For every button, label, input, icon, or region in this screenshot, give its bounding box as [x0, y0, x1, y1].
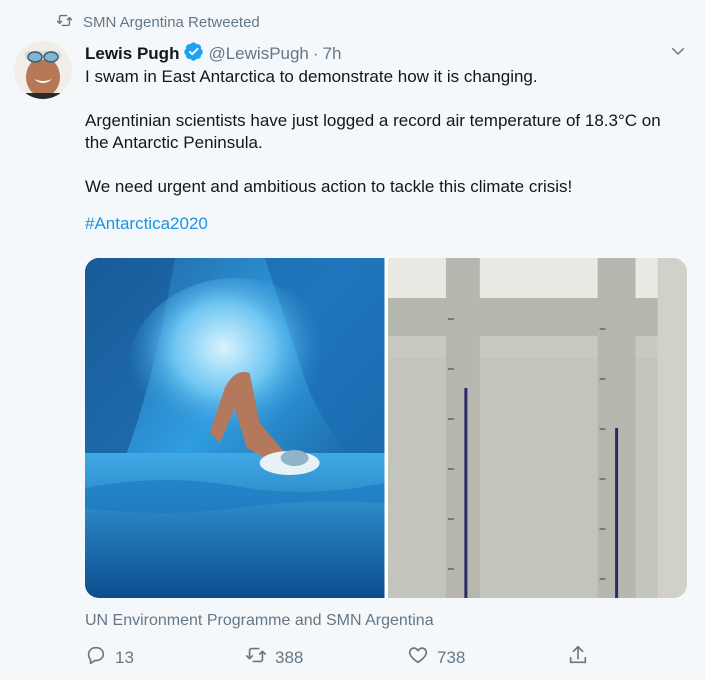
retweet-icon [56, 12, 73, 33]
separator-dot: · [312, 44, 319, 63]
tweet-header: Lewis Pugh @LewisPugh · 7h [85, 41, 342, 67]
retweet-context: SMN Argentina Retweeted [56, 12, 260, 33]
tweet-actions: 13 388 738 [85, 644, 595, 671]
author-handle[interactable]: @LewisPugh [208, 44, 308, 64]
tweet-timestamp[interactable]: 7h [323, 44, 342, 64]
swimmer-ice-cave-photo[interactable] [85, 258, 385, 598]
avatar[interactable] [14, 41, 72, 99]
retweet-label[interactable]: SMN Argentina Retweeted [83, 14, 260, 31]
chevron-down-icon[interactable] [669, 42, 687, 60]
author-name[interactable]: Lewis Pugh [85, 44, 179, 64]
media-attribution[interactable]: UN Environment Programme and SMN Argenti… [85, 612, 434, 630]
like-count: 738 [437, 647, 466, 667]
reply-icon [85, 644, 107, 671]
share-icon [567, 644, 589, 671]
share-button[interactable] [567, 644, 589, 671]
tweet-line-2: Argentinian scientists have just logged … [85, 111, 661, 152]
tweet-line-1: I swam in East Antarctica to demonstrate… [85, 67, 538, 86]
retweet-icon [245, 644, 267, 671]
tweet-line-3: We need urgent and ambitious action to t… [85, 177, 573, 196]
reply-button[interactable]: 13 [85, 644, 245, 671]
retweet-button[interactable]: 388 [245, 644, 407, 671]
reply-count: 13 [115, 647, 134, 667]
thermometer-photo[interactable] [387, 258, 687, 598]
hashtag-link[interactable]: #Antarctica2020 [85, 213, 675, 235]
retweet-count: 388 [275, 647, 304, 667]
verified-badge-icon [179, 41, 208, 67]
tweet-card[interactable]: SMN Argentina Retweeted Lewis Pugh @Lewi… [0, 0, 705, 680]
heart-icon [407, 644, 429, 671]
like-button[interactable]: 738 [407, 644, 567, 671]
tweet-text: I swam in East Antarctica to demonstrate… [85, 66, 675, 235]
media-gallery [85, 258, 687, 598]
